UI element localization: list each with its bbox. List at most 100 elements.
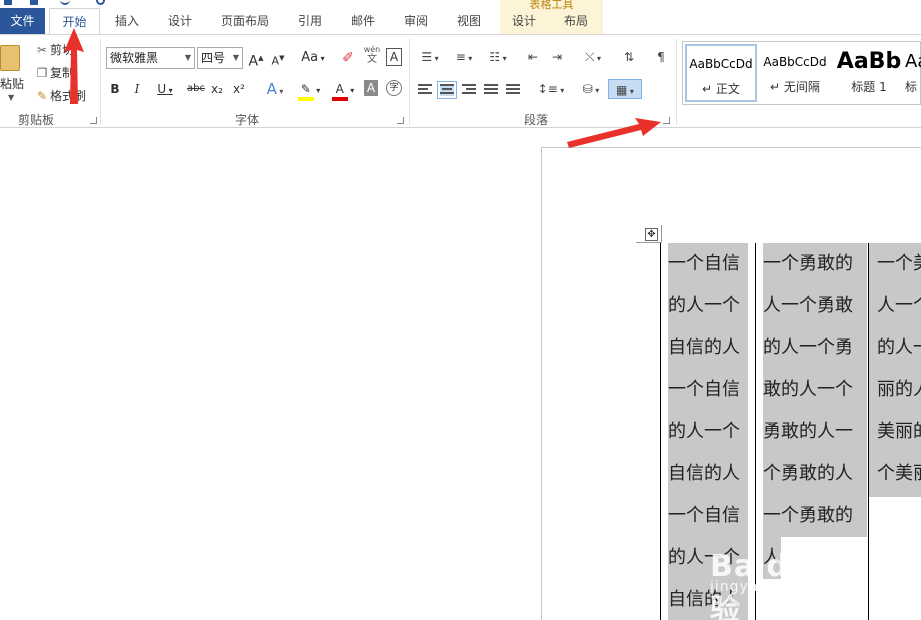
tab-file[interactable]: 文件 (0, 8, 45, 34)
cell-line: 的人一个勇 (763, 327, 867, 369)
word-logo-icon (4, 0, 12, 5)
highlight-color-button[interactable]: ✎ ▾ (294, 78, 324, 101)
table-cell[interactable]: 一个美 人一个 的人一 丽的人 美丽的 个美丽 (869, 243, 921, 497)
cell-line: 人一个勇敢 (763, 285, 867, 327)
copy-icon: ❐ (36, 66, 48, 80)
brush-icon: ✎ (36, 89, 48, 103)
tab-design[interactable]: 设计 (157, 8, 203, 34)
annotation-arrow-right (567, 118, 661, 148)
tab-view[interactable]: 视图 (447, 8, 491, 34)
undo-icon[interactable] (60, 0, 70, 5)
subscript-button[interactable]: x₂ (209, 78, 225, 100)
styles-gallery: AaBbCcDd ↵ 正文 AaBbCcDd ↵ 无间隔 AaBb 标题 1 A… (682, 41, 921, 105)
table-border-left (660, 243, 661, 620)
tab-review[interactable]: 审阅 (394, 8, 438, 34)
character-border-button[interactable]: A (386, 48, 402, 66)
change-case-button[interactable]: Aa ▾ (298, 47, 328, 69)
clipboard-launcher-icon[interactable] (90, 117, 97, 124)
font-size-select[interactable]: 四号 ▼ (197, 47, 243, 69)
phonetic-guide-char: 文 (367, 54, 377, 65)
clear-formatting-icon[interactable]: ✐ (340, 47, 356, 69)
bullets-button[interactable]: ☰ ▾ (416, 47, 444, 67)
group-separator (409, 39, 410, 125)
style-no-spacing[interactable]: AaBbCcDd ↵ 无间隔 (759, 44, 831, 102)
table-move-handle-icon[interactable]: ✥ (645, 228, 658, 241)
redo-icon[interactable] (96, 0, 105, 5)
tab-table-design[interactable]: 设计 (502, 8, 546, 34)
highlighter-icon: ✎ (297, 81, 314, 101)
cell-line: 一个自信 (668, 495, 748, 537)
annotation-arrow-up (64, 28, 84, 104)
group-separator (100, 39, 101, 125)
ribbon-tabs: 表格工具 文件 开始 插入 设计 页面布局 引用 邮件 审阅 视图 设计 布局 (0, 0, 921, 35)
tab-references[interactable]: 引用 (288, 8, 332, 34)
justify-icon[interactable] (484, 84, 498, 96)
text-effects-button[interactable]: A ▾ (262, 78, 288, 100)
style-name: ↵ 正文 (702, 82, 740, 96)
cell-line: 一个勇敢的 (763, 243, 867, 285)
font-color-icon: A (331, 81, 348, 101)
tab-insert[interactable]: 插入 (104, 8, 150, 34)
chevron-down-icon[interactable]: ▼ (8, 93, 14, 102)
distributed-icon[interactable] (506, 84, 520, 96)
italic-button[interactable]: I (130, 78, 144, 100)
cell-line: 丽的人 (877, 369, 921, 411)
paste-icon[interactable] (0, 45, 20, 71)
underline-button[interactable]: U ▾ (152, 78, 178, 100)
cell-line: 美丽的 (877, 411, 921, 453)
cell-line: 个勇敢的人 (763, 453, 867, 495)
cell-line: 一个自信 (668, 369, 748, 411)
shrink-font-button[interactable]: A▼ (270, 47, 286, 69)
tab-table-layout[interactable]: 布局 (554, 8, 598, 34)
font-name-select[interactable]: 微软雅黑 ▼ (106, 47, 195, 69)
cell-line: 个美丽 (877, 453, 921, 495)
paste-button[interactable]: 粘贴 (0, 75, 24, 92)
text-direction-button[interactable]: ⤬ ▾ (578, 47, 608, 67)
font-launcher-icon[interactable] (397, 117, 404, 124)
increase-indent-icon[interactable]: ⇥ (548, 47, 566, 67)
superscript-button[interactable]: x² (231, 78, 247, 100)
paragraph-group-label: 段落 (523, 113, 548, 127)
show-marks-icon[interactable]: ¶ (652, 47, 670, 67)
align-center-icon[interactable] (437, 81, 457, 99)
enclose-characters-button[interactable]: 字 (386, 80, 402, 96)
chevron-down-icon: ▼ (184, 53, 191, 62)
cell-line: 一个自信 (668, 243, 748, 285)
phonetic-guide-button[interactable]: wén 文 (362, 45, 382, 67)
multilevel-list-button[interactable]: ☷ ▾ (484, 47, 512, 67)
shading-button[interactable]: ⛁ ▾ (576, 79, 606, 99)
character-shading-button[interactable]: A (364, 80, 378, 96)
decrease-indent-icon[interactable]: ⇤ (524, 47, 542, 67)
cell-line: 勇敢的人一 (763, 411, 867, 453)
font-size-value: 四号 (201, 51, 226, 65)
style-name: ↵ 无间隔 (770, 80, 820, 94)
save-icon[interactable] (30, 0, 38, 5)
watermark-url: jingyan.baidu.com (710, 579, 857, 595)
numbering-button[interactable]: ≡ ▾ (450, 47, 478, 67)
grow-font-button[interactable]: A▲ (248, 47, 264, 70)
style-heading-2[interactable]: Aa 标 (905, 44, 921, 102)
tab-page-layout[interactable]: 页面布局 (212, 8, 278, 34)
cell-line: 的人一个 (668, 285, 748, 327)
line-spacing-button[interactable]: ↕≡ ▾ (536, 79, 566, 99)
font-name-value: 微软雅黑 (110, 51, 159, 65)
sort-icon[interactable]: ⇅ (620, 47, 638, 67)
grow-font-icon: A (248, 53, 259, 70)
font-color-button[interactable]: A ▾ (328, 78, 358, 101)
shrink-font-icon: A (271, 54, 280, 68)
style-name: 标题 1 (851, 80, 887, 94)
tab-mailings[interactable]: 邮件 (341, 8, 385, 34)
cell-line: 敢的人一个 (763, 369, 867, 411)
ribbon: 粘贴 ▼ ✂ 剪切 ❐ 复制 ✎ 格式刷 剪贴板 微软雅黑 ▼ 四号 ▼ A▲ A▼ Aa… (0, 34, 921, 128)
borders-button[interactable]: ▦ ▾ (608, 79, 642, 99)
style-normal[interactable]: AaBbCcDd ↵ 正文 (685, 44, 757, 102)
style-sample: AaBbCcDd (763, 55, 827, 69)
bold-button[interactable]: B (108, 78, 122, 100)
align-right-icon[interactable] (462, 84, 476, 96)
text-effects-icon: A (266, 80, 277, 98)
style-sample: AaBb (836, 50, 902, 74)
style-sample: AaBbCcDd (689, 57, 753, 71)
align-left-icon[interactable] (418, 84, 432, 96)
style-heading-1[interactable]: AaBb 标题 1 (833, 44, 905, 102)
strikethrough-button[interactable]: abc (185, 78, 207, 100)
